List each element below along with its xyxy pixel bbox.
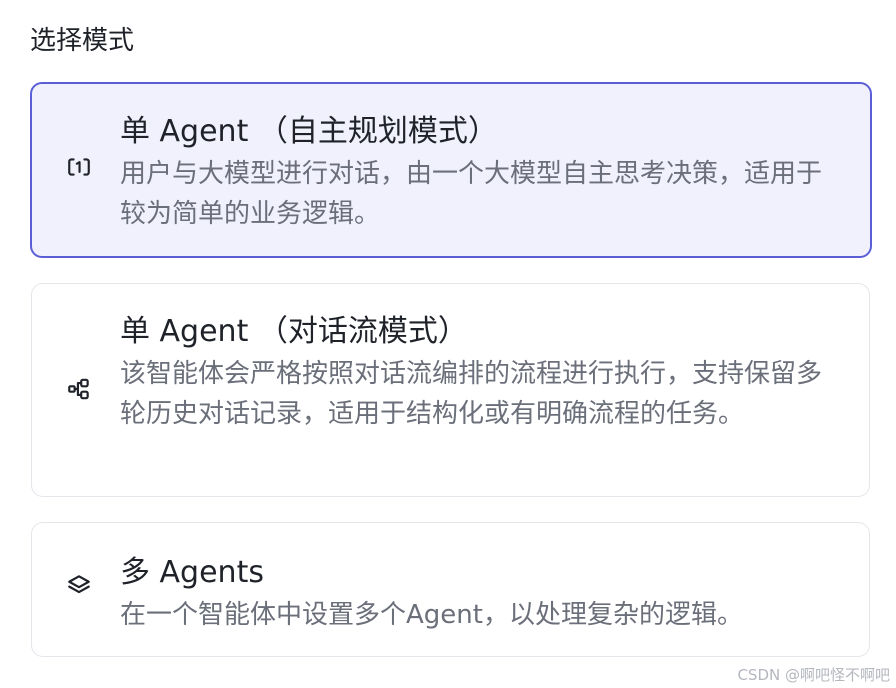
single-agent-icon [66,154,92,180]
mode-title: 多 Agents [120,555,264,590]
mode-description: 该智能体会严格按照对话流编排的流程进行执行，支持保留多轮历史对话记录，适用于结构… [120,359,823,429]
mode-title: 单 Agent （自主规划模式） [120,114,498,149]
workflow-icon [66,376,92,402]
mode-title: 单 Agent （对话流模式） [120,314,468,349]
layers-icon [66,572,92,598]
watermark: CSDN @啊吧怪不啊吧 [737,666,890,684]
mode-option-single-agent-dialog-flow[interactable]: 单 Agent （对话流模式） 该智能体会严格按照对话流编排的流程进行执行，支持… [31,283,870,497]
mode-option-single-agent-autonomous[interactable]: 单 Agent （自主规划模式） 用户与大模型进行对话，由一个大模型自主思考决策… [30,82,872,258]
mode-option-multi-agents[interactable]: 多 Agents 在一个智能体中设置多个Agent，以处理复杂的逻辑。 [31,522,870,657]
section-title: 选择模式 [30,26,135,56]
mode-description: 用户与大模型进行对话，由一个大模型自主思考决策，适用于较为简单的业务逻辑。 [120,159,823,229]
mode-description: 在一个智能体中设置多个Agent，以处理复杂的逻辑。 [120,600,743,630]
